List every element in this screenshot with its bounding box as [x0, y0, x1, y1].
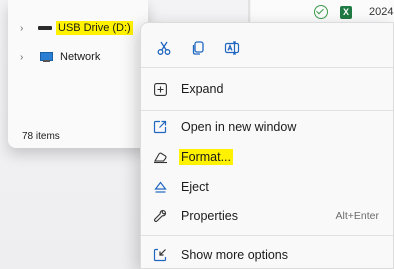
- menu-item-label: Open in new window: [181, 120, 297, 134]
- menu-item-show-more-options[interactable]: Show more options: [141, 243, 393, 267]
- navigation-pane: › USB Drive (D:) › Network 78 items: [8, 0, 148, 148]
- show-more-icon: [152, 247, 168, 263]
- cut-icon[interactable]: [153, 37, 175, 59]
- menu-divider: [141, 67, 393, 68]
- nav-item-label: Network: [60, 51, 101, 63]
- nav-item-label: USB Drive (D:): [56, 21, 133, 35]
- menu-item-label: Properties: [181, 209, 238, 223]
- chevron-right-icon[interactable]: ›: [20, 52, 28, 63]
- menu-item-label: Expand: [181, 82, 224, 96]
- expand-icon: [152, 81, 168, 97]
- menu-divider: [141, 110, 393, 111]
- nav-item-usb-drive[interactable]: › USB Drive (D:): [8, 18, 133, 38]
- menu-divider: [141, 235, 393, 236]
- file-modified-date: 2024: [369, 6, 394, 18]
- menu-item-expand[interactable]: Expand: [141, 77, 393, 101]
- open-new-window-icon: [152, 119, 168, 135]
- wrench-icon: [152, 208, 168, 224]
- keyboard-shortcut: Alt+Enter: [335, 210, 379, 222]
- excel-file-icon: X: [340, 6, 352, 19]
- menu-item-label: Format...: [179, 149, 234, 165]
- quick-actions-bar: [153, 37, 243, 59]
- chevron-right-icon[interactable]: ›: [20, 23, 28, 34]
- format-icon: [152, 149, 168, 165]
- menu-item-label: Eject: [181, 180, 209, 194]
- context-menu: Expand Open in new window Format... Ejec…: [140, 22, 394, 269]
- nav-item-network[interactable]: › Network: [8, 47, 100, 67]
- copy-icon[interactable]: [187, 37, 209, 59]
- usb-drive-icon: [38, 26, 52, 30]
- menu-item-eject[interactable]: Eject: [141, 175, 393, 199]
- rename-icon[interactable]: [221, 37, 243, 59]
- status-item-count: 78 items: [22, 131, 60, 142]
- eject-icon: [152, 179, 168, 195]
- menu-item-label: Show more options: [181, 248, 289, 262]
- sync-status-check-icon: [314, 5, 328, 19]
- menu-item-open-new-window[interactable]: Open in new window: [141, 115, 393, 139]
- network-icon: [38, 51, 54, 63]
- menu-item-properties[interactable]: Properties Alt+Enter: [141, 204, 393, 228]
- menu-item-format[interactable]: Format...: [141, 145, 393, 169]
